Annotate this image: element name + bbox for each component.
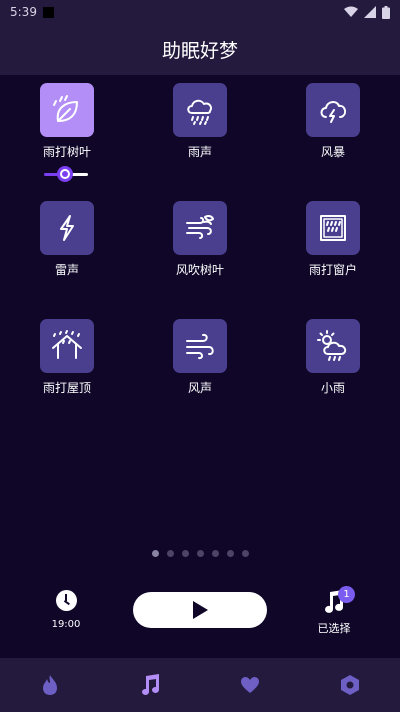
nav-settings[interactable] (300, 658, 400, 712)
page-dot[interactable] (181, 550, 189, 557)
sound-item-wind[interactable]: 风声 (140, 319, 260, 396)
sound-item-rain[interactable]: 雨声 (140, 83, 260, 160)
sound-label: 雨打树叶 (42, 145, 91, 159)
play-icon (193, 601, 208, 619)
cloud-rain-icon (187, 99, 213, 125)
page-dot[interactable] (211, 550, 219, 557)
timer-button[interactable]: 19:00 (46, 590, 86, 630)
selected-label: 已选择 (317, 622, 351, 635)
sound-item-wind-leaves[interactable]: 风吹树叶 (140, 201, 260, 278)
wind-icon (186, 333, 214, 360)
volume-thumb[interactable] (57, 166, 73, 182)
sound-tile[interactable] (306, 319, 360, 373)
wind-leaf-icon (186, 214, 214, 239)
sound-label: 风吹树叶 (175, 263, 224, 277)
play-button[interactable] (133, 592, 267, 628)
sound-tile[interactable] (173, 83, 227, 137)
flame-icon (43, 675, 57, 695)
sound-label: 雨打屋顶 (42, 381, 91, 395)
leaf-rain-icon (53, 95, 78, 122)
page-title: 助眠好梦 (161, 40, 238, 62)
rain-window-icon (320, 215, 346, 241)
battery-icon (382, 5, 390, 19)
clock-icon (55, 590, 77, 611)
sound-label: 雨打窗户 (308, 263, 357, 277)
selected-count-badge: 1 (338, 586, 355, 603)
page-indicator (0, 550, 400, 557)
status-bar: 5:39 (0, 0, 400, 24)
heart-icon (241, 677, 259, 693)
lightning-icon (60, 215, 74, 241)
page-dot[interactable] (241, 550, 249, 557)
sound-tile[interactable] (40, 83, 94, 137)
sound-tile[interactable] (173, 201, 227, 255)
sound-item-rain-window[interactable]: 雨打窗户 (273, 201, 393, 278)
sound-item-rain-roof[interactable]: 雨打屋顶 (7, 319, 127, 396)
page-dot[interactable] (196, 550, 204, 557)
sound-tile[interactable] (40, 201, 94, 255)
nav-flame[interactable] (0, 658, 100, 712)
bottom-nav (0, 658, 400, 712)
notification-icon (42, 6, 54, 18)
status-time: 5:39 (10, 5, 37, 19)
sun-cloud-rain-icon (317, 330, 347, 361)
selected-sounds-button[interactable]: 1 已选择 (310, 586, 358, 636)
sound-tile[interactable] (306, 201, 360, 255)
sound-item-thunder[interactable]: 雷声 (7, 201, 127, 278)
sound-label: 雨声 (187, 145, 212, 159)
rain-roof-icon (52, 330, 82, 359)
sound-label: 雷声 (54, 263, 79, 277)
page-dot[interactable] (151, 550, 159, 557)
sound-item-storm[interactable]: 风暴 (273, 83, 393, 160)
status-icons (344, 5, 390, 19)
sound-item-rain-on-leaves[interactable]: 雨打树叶 (7, 83, 127, 160)
sound-tile[interactable] (173, 319, 227, 373)
signal-icon (364, 6, 376, 18)
page-dot[interactable] (166, 550, 174, 557)
sound-label: 小雨 (320, 381, 345, 395)
page-dot[interactable] (226, 550, 234, 557)
music-note-icon (142, 674, 159, 695)
wifi-icon (344, 6, 358, 17)
sound-label: 风暴 (320, 145, 345, 159)
app-header: 助眠好梦 (0, 24, 400, 75)
sound-item-light-rain[interactable]: 小雨 (273, 319, 393, 396)
sound-label: 风声 (187, 381, 212, 395)
sound-tile[interactable] (40, 319, 94, 373)
sound-tile[interactable] (306, 83, 360, 137)
player-bar: 19:00 1 已选择 (0, 586, 400, 638)
nav-favorites[interactable] (200, 658, 300, 712)
hexagon-settings-icon (341, 675, 359, 695)
nav-music[interactable] (100, 658, 200, 712)
volume-slider[interactable] (44, 166, 90, 182)
storm-icon (320, 101, 347, 123)
timer-label: 19:00 (51, 619, 81, 630)
